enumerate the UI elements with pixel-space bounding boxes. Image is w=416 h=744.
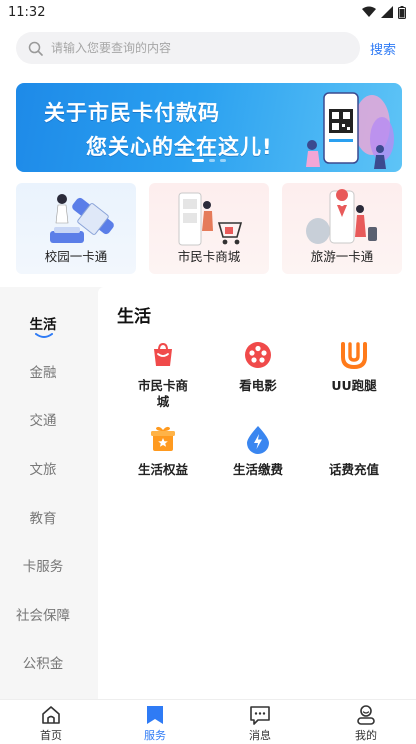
banner-subheadline: 您关心的全在这儿! (86, 135, 273, 159)
campus-card-illustration (50, 194, 114, 243)
service-label: 生活缴费 (232, 462, 283, 477)
banner-phone-qr-illustration (306, 92, 394, 169)
service-label: 市民卡商城 (137, 378, 188, 409)
content-title: 生活 (117, 307, 151, 327)
service-label: UU跑腿 (331, 378, 377, 393)
search-row: 搜索 (0, 28, 416, 68)
shopping-bag-icon (154, 342, 172, 366)
wifi-icon (362, 6, 376, 17)
sidebar-item-card-service[interactable]: 卡服务 (0, 555, 86, 575)
search-icon (28, 41, 43, 56)
service-label: 话费充值 (328, 462, 379, 477)
signal-icon (381, 6, 393, 18)
message-icon (250, 706, 270, 725)
card-mall[interactable]: 市民卡商城 (149, 183, 269, 274)
sidebar-item-education[interactable]: 教育 (0, 507, 86, 527)
status-time: 11:32 (8, 4, 46, 20)
search-button[interactable]: 搜索 (370, 39, 396, 58)
card-label: 旅游一卡通 (310, 249, 374, 264)
banner-headline: 关于市民卡付款码 (44, 101, 220, 125)
search-input[interactable] (51, 41, 331, 55)
status-icons (362, 5, 406, 19)
service-utility-payment[interactable]: 生活缴费 (213, 424, 303, 478)
uu-logo-icon (341, 342, 367, 370)
shopping-cart-illustration (178, 192, 243, 246)
service-mall[interactable]: 市民卡商城 (118, 340, 208, 410)
sidebar-item-transport[interactable]: 交通 (0, 409, 86, 429)
tab-label: 服务 (144, 729, 166, 742)
sidebar-item-social-security[interactable]: 社会保障 (0, 604, 86, 624)
status-bar: 11:32 (0, 0, 416, 24)
banner-dot-active (192, 159, 204, 162)
banner-dot (220, 159, 226, 162)
service-life-benefits[interactable]: 生活权益 (118, 424, 208, 478)
card-travel[interactable]: 旅游一卡通 (282, 183, 402, 274)
card-campus[interactable]: 校园一卡通 (16, 183, 136, 274)
bottom-tab-bar: 首页 服务 消息 我的 (0, 699, 416, 744)
service-label: 生活权益 (137, 462, 188, 477)
service-movie[interactable]: 看电影 (213, 340, 303, 394)
phone-recharge-icon-placeholder (339, 424, 369, 454)
category-sidebar: 生活 金融 交通 文旅 教育 卡服务 社会保障 公积金 (0, 287, 86, 699)
banner-pagination (192, 159, 226, 162)
sidebar-item-finance[interactable]: 金融 (0, 361, 86, 381)
sidebar-item-culture-travel[interactable]: 文旅 (0, 458, 86, 478)
tab-messages[interactable]: 消息 (230, 704, 290, 743)
card-label: 校园一卡通 (44, 249, 108, 264)
battery-icon (398, 5, 406, 19)
water-drop-icon (247, 426, 269, 454)
search-box[interactable] (16, 32, 360, 64)
tab-profile[interactable]: 我的 (336, 704, 396, 743)
tab-services[interactable]: 服务 (125, 704, 185, 743)
travel-map-illustration (306, 189, 377, 244)
tab-label: 消息 (249, 729, 271, 742)
service-phone-recharge[interactable]: 话费充值 (309, 424, 399, 478)
home-icon (42, 706, 60, 724)
gift-box-icon (151, 426, 175, 451)
tab-home[interactable]: 首页 (21, 704, 81, 743)
banner-dot (209, 159, 215, 162)
banner[interactable]: 关于市民卡付款码 您关心的全在这儿! (16, 83, 402, 172)
service-uu-errand[interactable]: UU跑腿 (309, 340, 399, 394)
service-label: 看电影 (239, 378, 277, 393)
card-label: 市民卡商城 (177, 249, 241, 264)
bookmark-icon (147, 706, 163, 724)
tab-label: 我的 (355, 729, 377, 742)
profile-icon (357, 705, 375, 725)
tab-label: 首页 (40, 729, 62, 742)
film-reel-icon (245, 342, 271, 368)
sidebar-item-life[interactable]: 生活 (0, 313, 86, 333)
sidebar-item-housing-fund[interactable]: 公积金 (0, 652, 86, 672)
active-indicator-icon (35, 333, 53, 338)
